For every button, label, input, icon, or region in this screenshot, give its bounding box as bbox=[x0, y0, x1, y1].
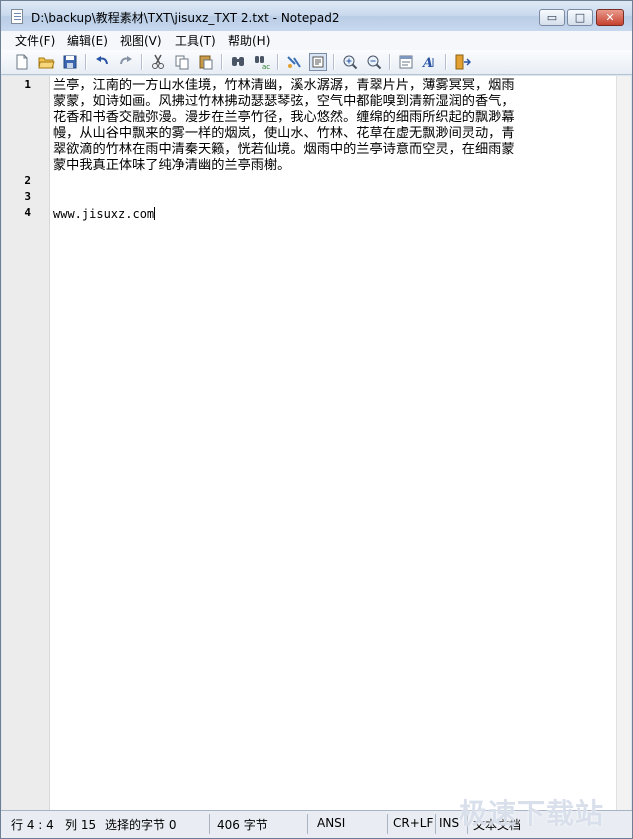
status-separator bbox=[435, 814, 436, 834]
redo-icon bbox=[120, 56, 132, 65]
find-button[interactable] bbox=[229, 53, 247, 71]
view-whitespace-icon bbox=[312, 56, 324, 68]
status-encoding[interactable]: ANSI bbox=[317, 816, 345, 830]
status-line-endings[interactable]: CR+LF bbox=[393, 816, 433, 830]
menu-bar: 文件(F) 编辑(E) 视图(V) 工具(T) 帮助(H) bbox=[1, 31, 632, 50]
save-icon bbox=[63, 55, 77, 69]
line-number: 1 bbox=[24, 78, 31, 91]
font-button[interactable]: A bbox=[421, 53, 439, 71]
line-number: 4 bbox=[24, 206, 31, 219]
toolbar-separator bbox=[333, 54, 335, 70]
save-button[interactable] bbox=[61, 53, 79, 71]
paste-button[interactable] bbox=[197, 53, 215, 71]
menu-tools[interactable]: 工具(T) bbox=[175, 32, 216, 49]
toolbar-separator bbox=[277, 54, 279, 70]
window-title: D:\backup\教程素材\TXT\jisuxz_TXT 2.txt - No… bbox=[31, 11, 340, 25]
text-line: 兰亭，江南的一方山水佳境，竹林清幽，溪水潺潺，青翠片片，薄雾冥冥，烟雨 bbox=[53, 78, 515, 93]
menu-edit[interactable]: 编辑(E) bbox=[67, 32, 108, 49]
copy-button[interactable] bbox=[173, 53, 191, 71]
replace-button[interactable]: ac bbox=[253, 53, 271, 71]
exit-button[interactable] bbox=[453, 53, 472, 71]
open-button[interactable] bbox=[37, 53, 55, 71]
minimize-button[interactable]: ▭ bbox=[539, 9, 565, 26]
status-separator bbox=[387, 814, 388, 834]
status-insert-mode[interactable]: INS bbox=[439, 816, 459, 830]
exit-icon bbox=[455, 54, 472, 70]
new-file-icon bbox=[16, 54, 28, 70]
status-column: 列 15 bbox=[65, 818, 97, 832]
toolbar-separator bbox=[389, 54, 391, 70]
status-separator bbox=[209, 814, 210, 834]
undo-button[interactable] bbox=[93, 53, 111, 71]
menu-help[interactable]: 帮助(H) bbox=[228, 32, 270, 49]
copy-icon bbox=[175, 55, 189, 70]
text-line-url: www.jisuxz.com bbox=[53, 206, 613, 222]
font-icon: A bbox=[421, 56, 434, 71]
text-line: 蒙中我真正体味了纯净清幽的兰亭雨榭。 bbox=[53, 158, 291, 173]
minimize-icon: ▭ bbox=[546, 11, 558, 24]
close-icon: ✕ bbox=[605, 11, 615, 24]
vertical-scrollbar[interactable] bbox=[616, 76, 631, 810]
text-caret bbox=[154, 207, 156, 220]
find-icon bbox=[232, 57, 244, 66]
undo-icon bbox=[96, 56, 108, 65]
status-file-size: 406 字节 bbox=[217, 818, 268, 832]
status-selected-bytes: 选择的字节 0 bbox=[105, 818, 177, 832]
open-folder-icon bbox=[38, 57, 55, 69]
redo-button[interactable] bbox=[117, 53, 135, 71]
url-text: www.jisuxz.com bbox=[53, 207, 155, 221]
scheme-button[interactable] bbox=[397, 53, 415, 71]
paste-icon bbox=[199, 55, 213, 70]
text-line: 幔，从山谷中飘来的雾一样的烟岚，使山水、竹林、花草在虚无飘渺间灵动，青 bbox=[53, 126, 515, 141]
close-button[interactable]: ✕ bbox=[596, 9, 624, 26]
menu-view[interactable]: 视图(V) bbox=[120, 32, 162, 49]
menu-file[interactable]: 文件(F) bbox=[15, 32, 55, 49]
status-line-position: 行 4 : 4 bbox=[11, 818, 54, 832]
text-line: 蒙蒙，如诗如画。风拂过竹林拂动瑟瑟琴弦，空气中都能嗅到清新湿润的香气， bbox=[53, 94, 515, 109]
view-whitespace-button[interactable] bbox=[309, 53, 327, 71]
status-separator bbox=[307, 814, 308, 834]
cut-button[interactable] bbox=[149, 53, 167, 71]
svg-text:ac: ac bbox=[262, 63, 270, 71]
cut-icon bbox=[152, 54, 164, 69]
line-number: 3 bbox=[24, 190, 31, 203]
toolbar-separator bbox=[221, 54, 223, 70]
wordwrap-button[interactable] bbox=[285, 53, 303, 71]
watermark-logo: 极速下载站 bbox=[459, 797, 605, 830]
wordwrap-icon bbox=[287, 56, 301, 68]
title-bar[interactable]: D:\backup\教程素材\TXT\jisuxz_TXT 2.txt - No… bbox=[1, 1, 632, 31]
toolbar-separator bbox=[445, 54, 447, 70]
text-editor[interactable]: 兰亭，江南的一方山水佳境，竹林清幽，溪水潺潺，青翠片片，薄雾冥冥，烟雨 蒙蒙，如… bbox=[50, 76, 617, 810]
zoom-out-icon bbox=[367, 55, 382, 70]
notepad2-window: D:\backup\教程素材\TXT\jisuxz_TXT 2.txt - No… bbox=[0, 0, 633, 839]
line-number: 2 bbox=[24, 174, 31, 187]
notepad-app-icon[interactable] bbox=[11, 9, 23, 24]
scheme-icon bbox=[399, 55, 413, 69]
toolbar-separator bbox=[85, 54, 87, 70]
maximize-icon: □ bbox=[574, 11, 586, 24]
text-line: 翠欲滴的竹林在雨中清秦天籁，恍若仙境。烟雨中的兰亭诗意而空灵，在细雨蒙 bbox=[53, 142, 515, 157]
replace-icon: ac bbox=[255, 56, 270, 71]
new-file-button[interactable] bbox=[13, 53, 31, 71]
line-number-gutter: 1 2 3 4 bbox=[2, 76, 50, 810]
toolbar: ac A bbox=[1, 50, 632, 75]
zoom-out-button[interactable] bbox=[365, 53, 383, 71]
text-line: 花香和书香交融弥漫。漫步在兰亭竹径，我心悠然。缠绵的细雨所织起的飘渺幕 bbox=[53, 110, 515, 125]
svg-text:A: A bbox=[421, 56, 433, 71]
zoom-in-button[interactable] bbox=[341, 53, 359, 71]
toolbar-separator bbox=[141, 54, 143, 70]
maximize-button[interactable]: □ bbox=[567, 9, 593, 26]
zoom-in-icon bbox=[343, 55, 358, 70]
